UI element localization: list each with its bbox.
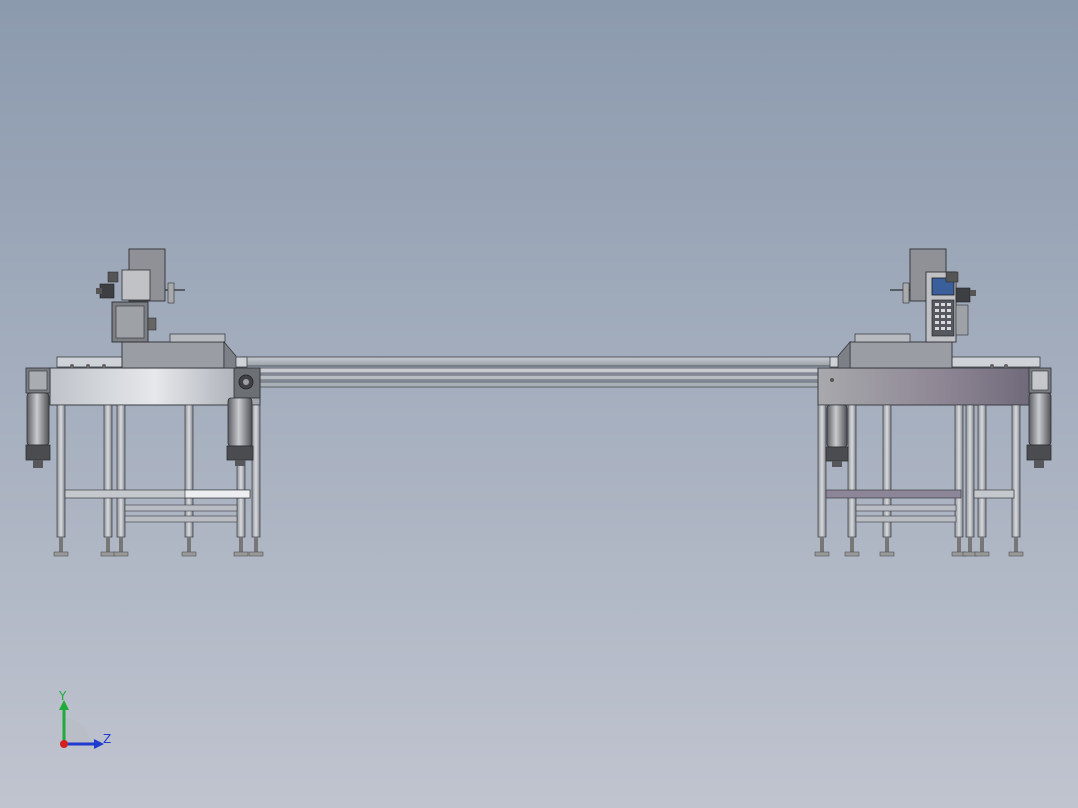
conveyor-assembly-model[interactable]: Y Z: [0, 0, 1078, 808]
left-station[interactable]: [25, 248, 264, 557]
y-axis-label: Y: [58, 689, 67, 703]
right-label-head[interactable]: [890, 248, 976, 343]
left-end-motor[interactable]: [25, 367, 51, 468]
z-axis-label: Z: [103, 732, 111, 746]
triad-origin: [60, 740, 68, 748]
left-label-head[interactable]: [96, 248, 185, 343]
right-station[interactable]: [814, 248, 1052, 557]
right-inner-motor[interactable]: [825, 404, 849, 467]
center-transfer-rail: [239, 356, 841, 388]
hmi-keypad[interactable]: [931, 299, 955, 337]
view-orientation-triad[interactable]: Y Z: [58, 689, 111, 749]
right-end-motor[interactable]: [1026, 367, 1052, 468]
cad-graphics-viewport[interactable]: Y Z: [0, 0, 1078, 808]
